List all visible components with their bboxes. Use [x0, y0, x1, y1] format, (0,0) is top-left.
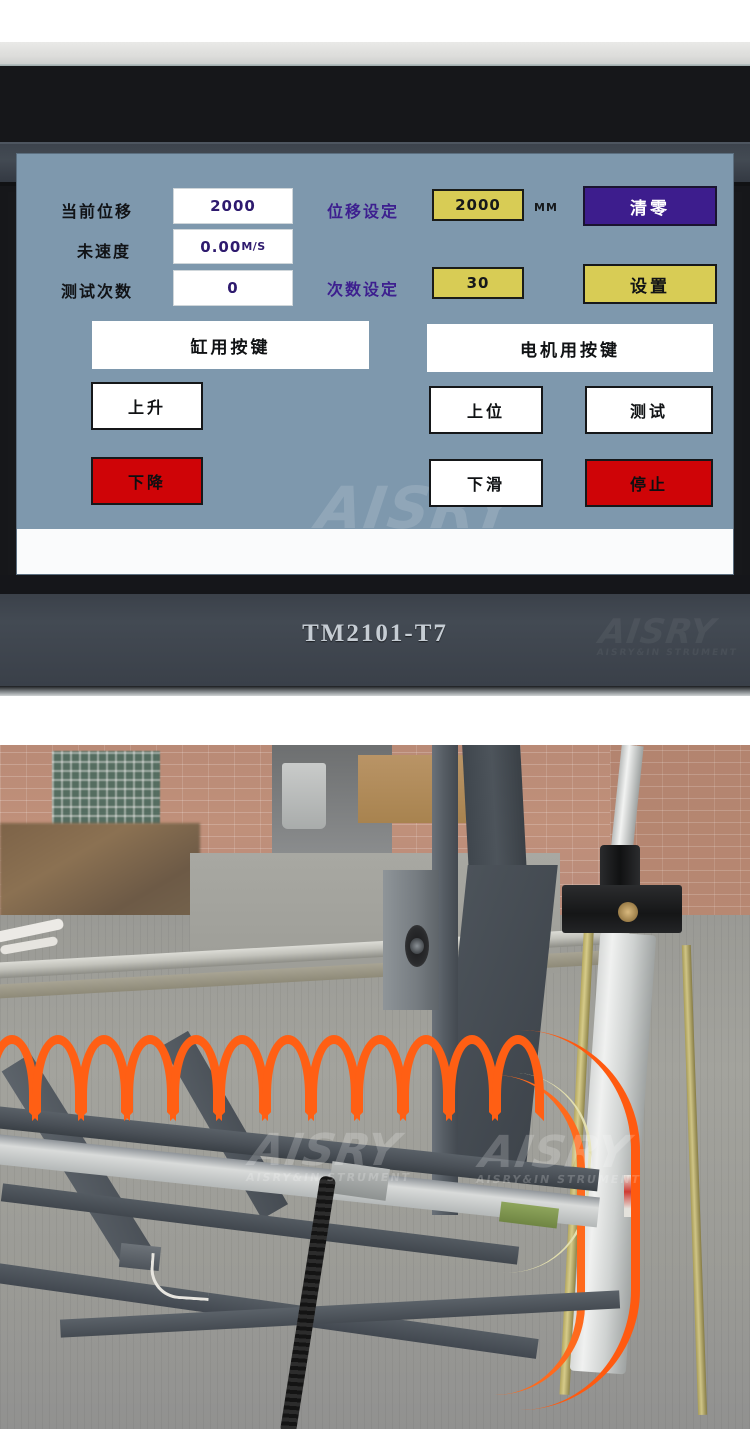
housing-lower-shadow [0, 575, 750, 595]
cylinder-up-button[interactable]: 上升 [91, 382, 203, 430]
test-machine-photo: AISRY AISRY&IN STRUMENT AISRY AISRY&IN S… [0, 745, 750, 1429]
sensor-lens [405, 925, 429, 967]
readout-speed-value: 0.00 [200, 237, 242, 256]
readout-test-count: 0 [173, 270, 293, 306]
label-displacement-setting: 位移设定 [327, 202, 400, 221]
apply-settings-button[interactable]: 设置 [583, 264, 717, 304]
label-current-displacement: 当前位移 [61, 202, 134, 221]
label-test-count: 测试次数 [61, 282, 134, 301]
readout-current-displacement: 2000 [173, 188, 293, 224]
cylinder-up-button-label: 上升 [127, 398, 166, 417]
motor-upper-position-button[interactable]: 上位 [429, 386, 543, 434]
input-displacement-setting[interactable]: 2000 [432, 189, 524, 221]
group-header-cylinder: 缸用按键 [92, 321, 369, 369]
zero-reset-button-label: 清零 [630, 198, 670, 219]
waste-bin [282, 763, 326, 829]
orange-coil-spring-row [0, 1035, 566, 1145]
group-header-motor-label: 电机用按键 [520, 340, 620, 361]
housing-watermark-subtext: AISRY&IN STRUMENT [595, 648, 739, 658]
motor-upper-position-button-label: 上位 [466, 402, 505, 421]
hmi-controller-photo: AISRY AISRY&IN STRUMENT 当前位移 2000 未速度 0.… [0, 0, 750, 696]
readout-current-displacement-value: 2000 [210, 197, 256, 215]
readout-speed-unit: M/S [241, 240, 266, 253]
motor-stop-button[interactable]: 停止 [585, 459, 713, 507]
input-count-setting[interactable]: 30 [432, 267, 524, 299]
apply-settings-button-label: 设置 [630, 276, 670, 297]
zero-reset-button[interactable]: 清零 [583, 186, 717, 226]
input-count-setting-value: 30 [466, 274, 490, 292]
motor-slide-down-button[interactable]: 下滑 [429, 459, 543, 507]
motor-slide-down-button-label: 下滑 [466, 475, 505, 494]
unit-displacement-mm: MM [534, 201, 558, 214]
device-model-label: TM2101-T7 [302, 620, 448, 647]
cylinder-bolt [618, 902, 638, 922]
photo-separator [0, 696, 750, 745]
cylinder-down-button-label: 下降 [127, 473, 166, 492]
label-speed: 未速度 [77, 242, 132, 261]
readout-test-count-value: 0 [227, 279, 239, 297]
product-detail-page: AISRY AISRY&IN STRUMENT 当前位移 2000 未速度 0.… [0, 0, 750, 1429]
input-displacement-setting-value: 2000 [455, 196, 501, 214]
screen-status-strip [17, 529, 733, 574]
hmi-screen-content: AISRY AISRY&IN STRUMENT 当前位移 2000 未速度 0.… [17, 154, 733, 574]
housing-top-rail-highlight [0, 142, 750, 144]
housing-bottom-edge [0, 686, 750, 696]
tabletop-surface [0, 42, 750, 66]
motor-test-button-label: 测试 [629, 402, 668, 421]
group-header-motor: 电机用按键 [427, 324, 713, 372]
motor-test-button[interactable]: 测试 [585, 386, 713, 434]
motor-stop-button-label: 停止 [629, 475, 668, 494]
cylinder-down-button[interactable]: 下降 [91, 457, 203, 505]
readout-speed: 0.00 M/S [173, 229, 293, 264]
hmi-screen: AISRY AISRY&IN STRUMENT 当前位移 2000 未速度 0.… [16, 153, 734, 575]
label-count-setting: 次数设定 [327, 280, 400, 299]
group-header-cylinder-label: 缸用按键 [190, 337, 271, 358]
